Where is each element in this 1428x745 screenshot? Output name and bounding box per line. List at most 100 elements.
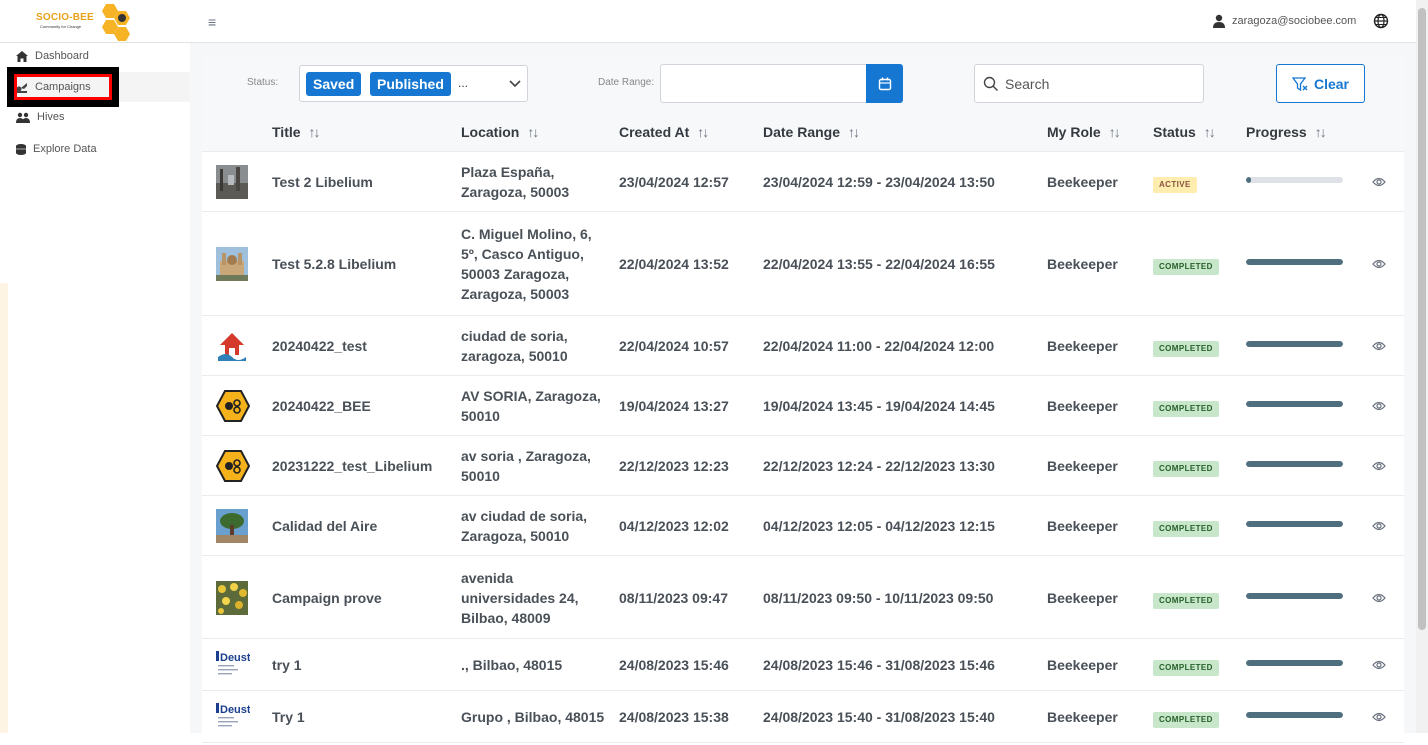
status-badge: COMPLETED [1153, 660, 1219, 676]
view-eye-icon[interactable] [1372, 591, 1386, 609]
campaign-location: Plaza España, Zaragoza, 50003 [461, 164, 570, 200]
annotation-highlight-inner [14, 74, 112, 100]
campaign-created-at: 23/04/2024 12:57 [619, 174, 729, 190]
campaign-location: ciudad de soria, zaragoza, 50010 [461, 328, 568, 364]
campaign-title: Test 2 Libelium [272, 174, 373, 190]
campaign-role: Beekeeper [1047, 709, 1118, 725]
status-badge: COMPLETED [1153, 593, 1219, 609]
sidebar-item-explore-data[interactable]: Explore Data [16, 143, 97, 155]
view-eye-icon[interactable] [1372, 658, 1386, 676]
progress-fill [1246, 521, 1343, 527]
campaign-date-range: 19/04/2024 13:45 - 19/04/2024 14:45 [763, 398, 995, 414]
table-row[interactable]: Deusto Try 1 Grupo , Bilbao, 48015 24/08/20… [202, 691, 1404, 743]
column-header-title[interactable]: Title ↑↓ [272, 124, 321, 140]
column-header-status[interactable]: Status ↑↓ [1153, 124, 1216, 140]
table-row[interactable]: 20231222_test_Libelium av soria , Zaragoz… [202, 436, 1404, 496]
sort-icon: ↑↓ [1108, 124, 1121, 140]
status-chip-saved[interactable]: Saved [306, 72, 362, 96]
main-content: Status: Saved Published ... Date Range: [190, 43, 1416, 745]
date-range-label: Date Range: [598, 77, 655, 88]
view-eye-icon[interactable] [1372, 459, 1386, 477]
filter-bar: Status: Saved Published ... Date Range: [202, 55, 1404, 115]
search-icon [983, 76, 998, 91]
campaign-title: 20240422_test [272, 338, 367, 354]
table-row[interactable]: Campaign prove avenida universidades 24, … [202, 556, 1404, 639]
sidebar-item-label: Explore Data [33, 143, 97, 155]
view-eye-icon[interactable] [1372, 399, 1386, 417]
status-badge: COMPLETED [1153, 712, 1219, 728]
logo-text: SOCIO-BEE [36, 12, 94, 23]
campaign-thumbnail [216, 509, 248, 543]
svg-text:Deusto: Deusto [220, 704, 250, 716]
campaign-date-range: 22/12/2023 12:24 - 22/12/2023 13:30 [763, 458, 995, 474]
campaign-thumbnail [216, 165, 248, 199]
user-menu[interactable]: zaragoza@sociobee.com [1212, 14, 1356, 28]
campaign-created-at: 22/04/2024 10:57 [619, 338, 729, 354]
progress-fill [1246, 177, 1251, 183]
progress-bar [1246, 660, 1343, 666]
status-chip-published[interactable]: Published [370, 72, 451, 96]
logo-tagline: Community for Change [40, 24, 82, 29]
campaign-role: Beekeeper [1047, 458, 1118, 474]
sidebar-item-label: Dashboard [35, 50, 89, 62]
campaign-title: 20240422_BEE [272, 398, 371, 414]
campaign-thumbnail [216, 329, 248, 363]
table-row[interactable]: Test 5.2.8 Libelium C. Miguel Molino, 6, … [202, 212, 1404, 316]
campaign-role: Beekeeper [1047, 174, 1118, 190]
sidebar-item-dashboard[interactable]: Dashboard [16, 50, 89, 62]
users-icon [16, 112, 30, 123]
status-badge: COMPLETED [1153, 401, 1219, 417]
table-row[interactable]: Deusto try 1 ., Bilbao, 48015 24/08/2023 15… [202, 639, 1404, 691]
menu-toggle-icon[interactable]: ≡ [208, 14, 216, 30]
progress-bar [1246, 593, 1343, 599]
clear-filters-button[interactable]: Clear [1276, 64, 1365, 103]
database-icon [16, 143, 26, 155]
table-row[interactable]: Test 2 Libelium Plaza España, Zaragoza, 5… [202, 152, 1404, 212]
campaign-thumbnail: Deusto [216, 648, 258, 682]
table-row[interactable]: 20240422_test ciudad de soria, zaragoza, … [202, 316, 1404, 376]
app-logo[interactable]: SOCIO-BEE Community for Change [30, 2, 140, 42]
calendar-icon [878, 77, 891, 90]
campaign-location: av ciudad de soria, Zaragoza, 50010 [461, 508, 588, 544]
campaign-role: Beekeeper [1047, 518, 1118, 534]
globe-icon[interactable] [1373, 13, 1389, 34]
view-eye-icon[interactable] [1372, 175, 1386, 193]
sidebar-item-hives[interactable]: Hives [16, 111, 65, 123]
user-email: zaragoza@sociobee.com [1232, 15, 1357, 27]
view-eye-icon[interactable] [1372, 710, 1386, 728]
campaign-role: Beekeeper [1047, 590, 1118, 606]
column-header-location[interactable]: Location ↑↓ [461, 124, 539, 140]
campaign-thumbnail [215, 389, 251, 423]
campaign-date-range: 08/11/2023 09:50 - 10/11/2023 09:50 [763, 590, 994, 606]
status-badge: ACTIVE [1153, 177, 1197, 193]
calendar-button[interactable] [866, 64, 903, 103]
view-eye-icon[interactable] [1372, 257, 1386, 275]
svg-text:Deusto: Deusto [220, 652, 250, 664]
scrollbar-thumb[interactable] [1418, 8, 1426, 630]
campaign-title: Test 5.2.8 Libelium [272, 256, 397, 272]
chevron-down-icon[interactable] [508, 77, 522, 91]
status-badge: COMPLETED [1153, 461, 1219, 477]
column-header-progress[interactable]: Progress ↑↓ [1246, 124, 1327, 140]
column-header-date-range[interactable]: Date Range ↑↓ [763, 124, 860, 140]
status-filter-label: Status: [247, 77, 279, 88]
progress-fill [1246, 660, 1343, 666]
campaign-created-at: 22/12/2023 12:23 [619, 458, 729, 474]
page-scrollbar[interactable] [1416, 0, 1428, 733]
campaign-thumbnail [215, 449, 251, 483]
column-header-created-at[interactable]: Created At ↑↓ [619, 124, 709, 140]
table-row[interactable]: Calidad del Aire av ciudad de soria, Zara… [202, 496, 1404, 556]
table-row[interactable]: 20240422_BEE AV SORIA, Zaragoza, 50010 19/… [202, 376, 1404, 436]
campaign-role: Beekeeper [1047, 657, 1118, 673]
progress-bar [1246, 259, 1343, 265]
column-header-my-role[interactable]: My Role ↑↓ [1047, 124, 1121, 140]
status-multiselect[interactable]: Saved Published ... [299, 65, 528, 102]
sort-icon: ↑↓ [697, 124, 709, 140]
status-badge: COMPLETED [1153, 521, 1219, 537]
date-range-input[interactable] [660, 64, 868, 103]
view-eye-icon[interactable] [1372, 339, 1386, 357]
search-input[interactable]: Search [974, 64, 1204, 103]
progress-bar [1246, 521, 1343, 527]
view-eye-icon[interactable] [1372, 519, 1386, 537]
progress-fill [1246, 593, 1343, 599]
